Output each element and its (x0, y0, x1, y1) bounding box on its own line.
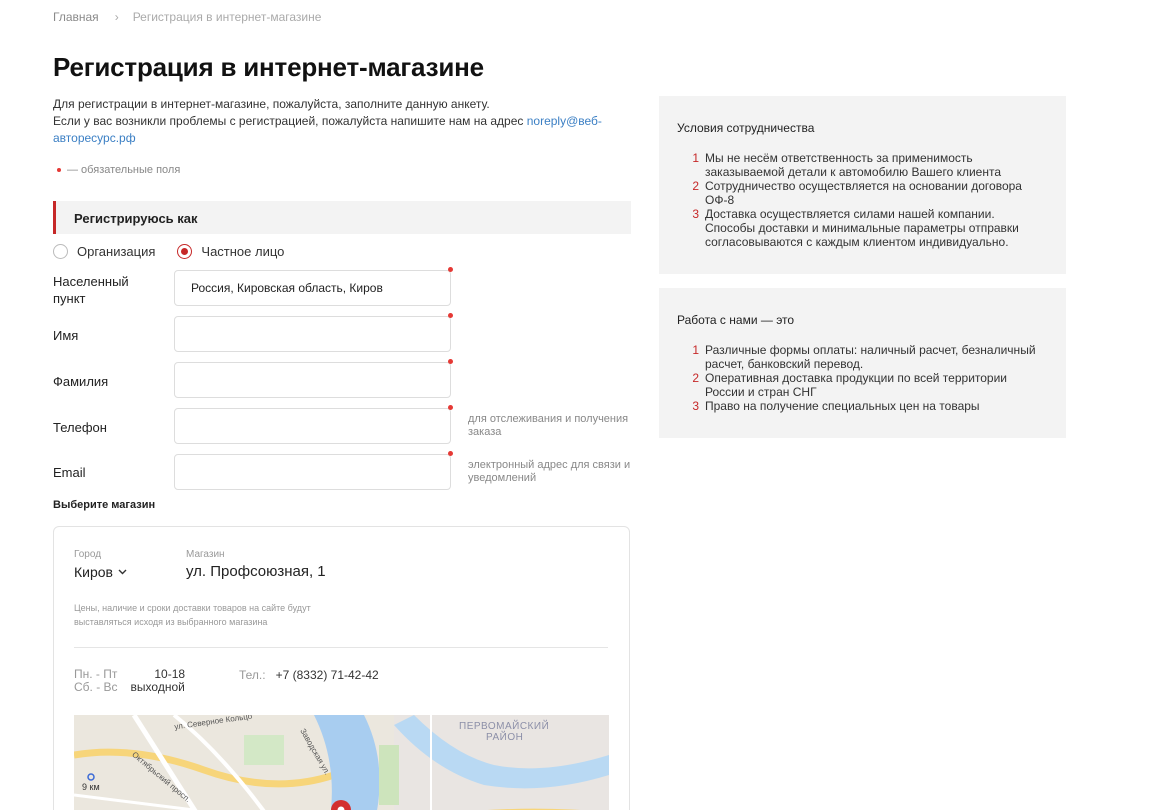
intro-line-2: Если у вас возникли проблемы с регистрац… (53, 114, 602, 145)
weekdays-label: Пн. - Пт (74, 667, 118, 681)
list-item: 1 Различные формы оплаты: наличный расчет… (692, 343, 1036, 371)
weekend-value: выходной (130, 680, 185, 694)
weekend-label: Сб. - Вс (74, 680, 118, 694)
required-dot-icon (448, 313, 453, 318)
breadcrumb-separator: › (114, 10, 119, 24)
city-select[interactable]: Киров (74, 564, 127, 580)
shop-caption: Магазин (186, 549, 225, 560)
intro-text: Для регистрации в интернет-магазине, пож… (53, 96, 613, 147)
store-phone-value[interactable]: +7 (8332) 71-42-42 (276, 668, 379, 682)
city-caption: Город (74, 549, 102, 560)
city-label: Населенный пункт (53, 274, 129, 306)
map-district-label-2: РАЙОН (486, 732, 524, 743)
store-phone: Тел.: +7 (8332) 71-42-42 (239, 668, 379, 682)
phone-hint: для отслеживания и получения заказа (468, 413, 629, 438)
required-fields-note: — обязательные поля (57, 164, 180, 176)
store-map[interactable]: ПЕРВОМАЙСКИЙ РАЙОН ул. Северное Кольцо О… (74, 715, 609, 810)
cooperation-title: Условия сотрудничества (677, 121, 815, 135)
required-dot-icon (448, 359, 453, 364)
breadcrumb: Главная › Регистрация в интернет-магазин… (53, 10, 321, 24)
map-district-label: ПЕРВОМАЙСКИЙ (459, 721, 550, 732)
phone-label: Телефон (53, 420, 107, 435)
breadcrumb-home-link[interactable]: Главная (53, 10, 99, 24)
list-item: 3 Доставка осуществляется силами нашей ко… (692, 207, 1019, 249)
email-label: Email (53, 465, 86, 480)
divider (74, 647, 608, 648)
radio-organization-label[interactable]: Организация (77, 244, 155, 259)
list-item: 3 Право на получение специальных цен на т… (692, 399, 980, 413)
benefits-list: 1 Различные формы оплаты: наличный расчет… (677, 343, 1047, 413)
city-input[interactable]: Россия, Кировская область, Киров (174, 270, 451, 306)
name-input[interactable] (174, 316, 451, 352)
list-item: 2 Сотрудничество осуществляется на основа… (692, 179, 1022, 207)
store-note: Цены, наличие и сроки доставки товаров н… (74, 603, 311, 627)
list-item: 2 Оперативная доставка продукции по всей … (692, 371, 1008, 399)
name-label: Имя (53, 328, 79, 343)
benefits-title: Работа с нами — это (677, 313, 795, 327)
store-hours: Пн. - Пт 10-18 Сб. - Вс выходной (74, 668, 185, 694)
radio-organization[interactable] (53, 244, 68, 259)
breadcrumb-current: Регистрация в интернет-магазине (132, 10, 322, 24)
required-dot-icon (448, 405, 453, 410)
intro-line-1: Для регистрации в интернет-магазине, пож… (53, 97, 490, 111)
shop-select[interactable]: ул. Профсоюзная, 1 (186, 563, 326, 580)
cooperation-list: 1 Мы не несём ответственность за применим… (677, 151, 1047, 249)
email-input[interactable] (174, 454, 451, 490)
weekdays-value: 10-18 (154, 667, 186, 681)
benefits-panel: Работа с нами — это 1 Различные формы опл… (659, 288, 1066, 438)
surname-label: Фамилия (53, 374, 109, 389)
store-card: Город Киров Магазин ул. Профсоюзная, 1 Ц… (53, 526, 630, 810)
phone-input[interactable] (174, 408, 451, 444)
email-hint: электронный адрес для связи и уведомлени… (468, 459, 631, 484)
surname-input[interactable] (174, 362, 451, 398)
page-title: Регистрация в интернет-магазине (53, 52, 484, 82)
required-dot-icon (448, 451, 453, 456)
required-dot-icon (57, 168, 61, 173)
radio-private-person-label[interactable]: Частное лицо (201, 244, 284, 259)
choose-store-title: Выберите магазин (53, 499, 156, 511)
cooperation-terms-panel: Условия сотрудничества 1 Мы не несём отве… (659, 96, 1066, 274)
map-distance-label: 9 км (82, 782, 100, 792)
required-dot-icon (448, 267, 453, 272)
radio-private-person[interactable] (177, 244, 193, 259)
list-item: 1 Мы не несём ответственность за применим… (692, 151, 1002, 179)
register-as-heading: Регистрируюсь как (53, 201, 631, 234)
register-as-options: Организация Частное лицо (53, 244, 306, 259)
chevron-down-icon (118, 567, 127, 577)
